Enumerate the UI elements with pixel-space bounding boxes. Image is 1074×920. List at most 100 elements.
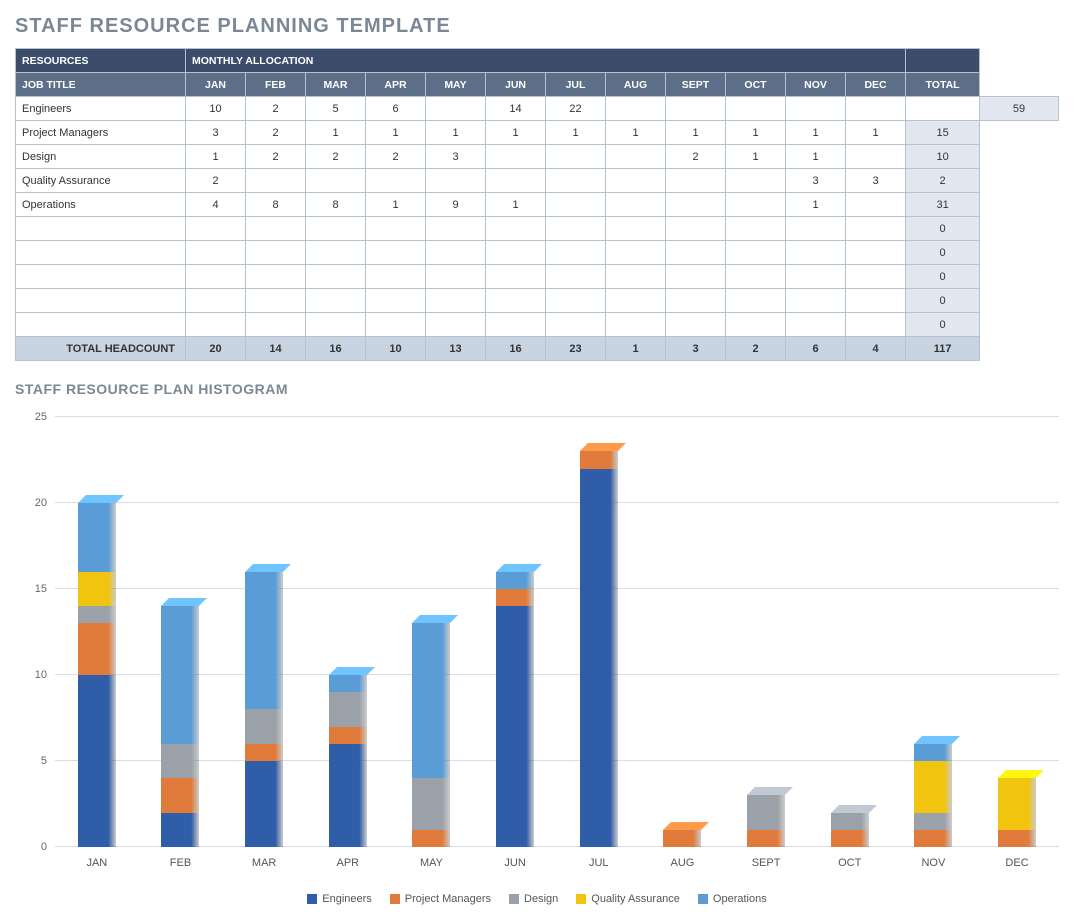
- cell-value[interactable]: [366, 241, 426, 265]
- cell-value[interactable]: [606, 313, 666, 337]
- cell-value[interactable]: 3: [186, 121, 246, 145]
- cell-value[interactable]: 9: [426, 193, 486, 217]
- cell-value[interactable]: [606, 193, 666, 217]
- cell-value[interactable]: 10: [186, 97, 246, 121]
- cell-value[interactable]: [786, 241, 846, 265]
- cell-value[interactable]: [786, 217, 846, 241]
- cell-value[interactable]: 5: [306, 97, 366, 121]
- cell-value[interactable]: 1: [306, 121, 366, 145]
- cell-value[interactable]: [546, 241, 606, 265]
- cell-value[interactable]: 1: [606, 121, 666, 145]
- cell-value[interactable]: [306, 313, 366, 337]
- cell-value[interactable]: 14: [486, 97, 546, 121]
- cell-value[interactable]: 1: [366, 121, 426, 145]
- cell-value[interactable]: 2: [306, 145, 366, 169]
- cell-value[interactable]: [546, 193, 606, 217]
- cell-value[interactable]: [726, 193, 786, 217]
- cell-value[interactable]: [366, 169, 426, 193]
- cell-value[interactable]: [546, 313, 606, 337]
- cell-value[interactable]: [486, 217, 546, 241]
- cell-value[interactable]: [426, 265, 486, 289]
- cell-value[interactable]: [546, 289, 606, 313]
- cell-value[interactable]: [426, 217, 486, 241]
- cell-value[interactable]: [666, 313, 726, 337]
- cell-value[interactable]: [666, 265, 726, 289]
- cell-value[interactable]: [666, 169, 726, 193]
- cell-value[interactable]: [606, 169, 666, 193]
- cell-value[interactable]: 1: [786, 193, 846, 217]
- cell-value[interactable]: [366, 313, 426, 337]
- cell-value[interactable]: [426, 241, 486, 265]
- cell-value[interactable]: 2: [246, 145, 306, 169]
- cell-value[interactable]: [366, 265, 426, 289]
- cell-value[interactable]: [846, 217, 906, 241]
- cell-value[interactable]: 22: [546, 97, 606, 121]
- cell-value[interactable]: [546, 217, 606, 241]
- cell-value[interactable]: [726, 313, 786, 337]
- cell-value[interactable]: [666, 217, 726, 241]
- cell-value[interactable]: [846, 193, 906, 217]
- cell-value[interactable]: [906, 97, 980, 121]
- cell-value[interactable]: [486, 169, 546, 193]
- cell-value[interactable]: 1: [846, 121, 906, 145]
- cell-value[interactable]: [486, 289, 546, 313]
- cell-value[interactable]: 1: [366, 193, 426, 217]
- cell-value[interactable]: 1: [786, 145, 846, 169]
- cell-value[interactable]: [186, 217, 246, 241]
- cell-value[interactable]: [486, 265, 546, 289]
- cell-value[interactable]: 1: [486, 193, 546, 217]
- cell-value[interactable]: [246, 289, 306, 313]
- cell-value[interactable]: 1: [426, 121, 486, 145]
- cell-value[interactable]: [666, 97, 726, 121]
- cell-value[interactable]: 1: [786, 121, 846, 145]
- cell-value[interactable]: [726, 289, 786, 313]
- cell-value[interactable]: 3: [846, 169, 906, 193]
- cell-value[interactable]: [306, 241, 366, 265]
- cell-value[interactable]: [246, 217, 306, 241]
- cell-value[interactable]: [726, 241, 786, 265]
- cell-value[interactable]: [726, 265, 786, 289]
- cell-value[interactable]: [546, 265, 606, 289]
- cell-value[interactable]: 2: [186, 169, 246, 193]
- cell-value[interactable]: [246, 265, 306, 289]
- cell-value[interactable]: [246, 241, 306, 265]
- cell-value[interactable]: [366, 217, 426, 241]
- cell-value[interactable]: 1: [726, 145, 786, 169]
- cell-value[interactable]: [246, 169, 306, 193]
- cell-value[interactable]: [786, 313, 846, 337]
- cell-value[interactable]: 2: [666, 145, 726, 169]
- cell-value[interactable]: 3: [426, 145, 486, 169]
- cell-value[interactable]: [786, 265, 846, 289]
- cell-value[interactable]: [606, 145, 666, 169]
- cell-value[interactable]: [606, 289, 666, 313]
- cell-value[interactable]: [486, 145, 546, 169]
- cell-value[interactable]: [606, 97, 666, 121]
- cell-value[interactable]: [846, 97, 906, 121]
- cell-value[interactable]: 2: [246, 97, 306, 121]
- cell-value[interactable]: [726, 169, 786, 193]
- cell-value[interactable]: 1: [486, 121, 546, 145]
- cell-value[interactable]: [426, 313, 486, 337]
- cell-value[interactable]: 1: [546, 121, 606, 145]
- cell-value[interactable]: 2: [246, 121, 306, 145]
- cell-value[interactable]: [426, 97, 486, 121]
- cell-value[interactable]: [546, 145, 606, 169]
- cell-value[interactable]: [486, 241, 546, 265]
- cell-value[interactable]: [726, 217, 786, 241]
- cell-value[interactable]: [786, 289, 846, 313]
- cell-value[interactable]: [246, 313, 306, 337]
- cell-value[interactable]: [666, 241, 726, 265]
- cell-value[interactable]: [186, 289, 246, 313]
- cell-value[interactable]: [306, 217, 366, 241]
- cell-value[interactable]: [606, 241, 666, 265]
- cell-value[interactable]: 2: [366, 145, 426, 169]
- cell-value[interactable]: [846, 265, 906, 289]
- cell-value[interactable]: [846, 289, 906, 313]
- cell-value[interactable]: [186, 265, 246, 289]
- cell-value[interactable]: 1: [726, 121, 786, 145]
- cell-value[interactable]: [846, 241, 906, 265]
- cell-value[interactable]: 8: [306, 193, 366, 217]
- cell-value[interactable]: [666, 289, 726, 313]
- cell-value[interactable]: [666, 193, 726, 217]
- cell-value[interactable]: [786, 97, 846, 121]
